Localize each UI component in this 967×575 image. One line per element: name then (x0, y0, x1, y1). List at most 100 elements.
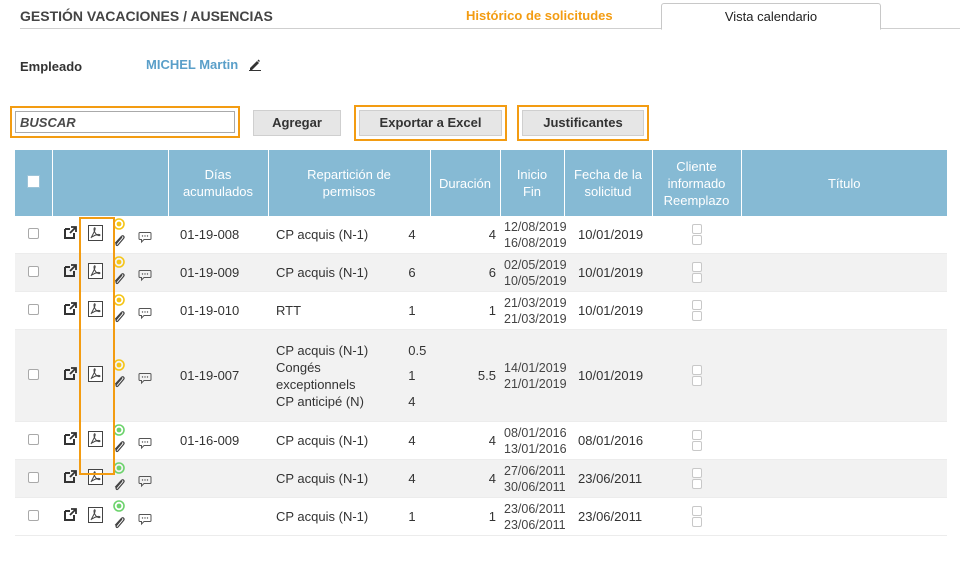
duracion-cell: 6 (430, 253, 500, 292)
export-excel-button[interactable]: Exportar a Excel (359, 110, 502, 136)
search-input[interactable] (15, 111, 235, 133)
add-button[interactable]: Agregar (253, 110, 341, 136)
justificantes-button[interactable]: Justificantes (522, 110, 644, 136)
ref-cell: 01-19-010 (168, 291, 268, 330)
paperclip-icon[interactable] (113, 440, 126, 457)
fecha-cell: 10/01/2019 (564, 253, 652, 292)
paperclip-icon[interactable] (113, 375, 126, 392)
row-checkbox[interactable] (28, 472, 39, 483)
open-external-icon[interactable] (64, 301, 77, 318)
fecha-cell: 08/01/2016 (564, 421, 652, 460)
table-row[interactable]: 01-19-010 RTT 1 1 21/03/2019 21/03/2019 10/01/… (15, 291, 947, 330)
comment-icon[interactable] (138, 437, 152, 453)
duracion-cell: 4 (430, 459, 500, 498)
reemplazo-checkbox[interactable] (691, 273, 702, 283)
pdf-icon[interactable] (88, 262, 103, 282)
cliente-informado-checkbox[interactable] (691, 365, 702, 375)
pdf-icon[interactable] (88, 468, 103, 488)
cliente-informado-checkbox[interactable] (691, 506, 702, 516)
pdf-icon[interactable] (88, 430, 103, 450)
paperclip-icon[interactable] (113, 478, 126, 495)
pdf-icon[interactable] (88, 300, 103, 320)
pencil-icon[interactable] (248, 57, 262, 74)
comment-icon[interactable] (138, 513, 152, 529)
dates-cell: 02/05/2019 10/05/2019 (500, 253, 567, 292)
pdf-icon[interactable] (88, 365, 103, 385)
row-checkbox[interactable] (28, 369, 39, 380)
duracion-cell: 4 (430, 216, 500, 254)
table-row[interactable]: 01-19-009 CP acquis (N-1) 6 6 02/05/2019 10/0… (15, 253, 947, 292)
row-checkbox[interactable] (28, 434, 39, 445)
ref-cell: 01-16-009 (168, 421, 268, 460)
dates-cell: 08/01/2016 13/01/2016 (500, 421, 567, 460)
row-checkbox[interactable] (28, 510, 39, 521)
row-actions-cell (52, 459, 168, 498)
open-external-icon[interactable] (64, 431, 77, 448)
row-select-cell (15, 216, 52, 254)
paperclip-icon[interactable] (113, 310, 126, 327)
comment-icon[interactable] (138, 475, 152, 491)
pdf-icon[interactable] (88, 506, 103, 526)
reemplazo-checkbox[interactable] (691, 376, 702, 386)
row-checkbox[interactable] (28, 266, 39, 277)
reparticion-cell: CP acquis (N-1) 6 (268, 253, 430, 292)
page-title: GESTIÓN VACACIONES / AUSENCIAS (20, 8, 273, 24)
row-checkbox[interactable] (28, 228, 39, 239)
fin-date: 21/01/2019 (504, 376, 567, 391)
open-external-icon[interactable] (64, 225, 77, 242)
reparticion-type: CP anticipé (N) (276, 393, 364, 409)
table-row[interactable]: CP acquis (N-1) 1 1 23/06/2011 23/06/2011 23/… (15, 497, 947, 536)
fecha-cell: 23/06/2011 (564, 497, 652, 536)
cliente-informado-checkbox[interactable] (691, 468, 702, 478)
cliente-informado-checkbox[interactable] (691, 430, 702, 440)
reemplazo-checkbox[interactable] (691, 441, 702, 451)
cliente-cell (652, 459, 741, 498)
fin-date: 21/03/2019 (504, 311, 567, 326)
open-external-icon[interactable] (64, 507, 77, 524)
comment-icon[interactable] (138, 372, 152, 388)
tab-vista-calendario[interactable]: Vista calendario (661, 3, 881, 30)
cliente-informado-checkbox[interactable] (691, 300, 702, 310)
select-all-checkbox[interactable] (26, 174, 40, 188)
titulo-cell (741, 291, 947, 330)
reparticion-type: CP acquis (N-1) (276, 227, 369, 242)
reemplazo-checkbox[interactable] (691, 235, 702, 245)
open-external-icon[interactable] (64, 263, 77, 280)
cliente-cell (652, 216, 741, 254)
comment-icon[interactable] (138, 307, 152, 323)
employee-name-link[interactable]: MICHEL Martin (146, 57, 262, 74)
select-all-header (15, 150, 52, 216)
employee-name[interactable]: MICHEL Martin (146, 57, 238, 72)
reparticion-type: CP acquis (N-1) (276, 433, 369, 448)
reemplazo-checkbox[interactable] (691, 479, 702, 489)
paperclip-icon[interactable] (113, 272, 126, 289)
open-external-icon[interactable] (64, 469, 77, 486)
fecha-header-l2: solicitud (584, 184, 632, 199)
row-checkbox[interactable] (28, 304, 39, 315)
reemplazo-checkbox[interactable] (691, 311, 702, 321)
pdf-icon[interactable] (88, 224, 103, 244)
paperclip-icon[interactable] (113, 234, 126, 251)
table-row[interactable]: 01-19-007 CP acquis (N-1) 0.5 Congés except… (15, 329, 947, 422)
titulo-cell (741, 421, 947, 460)
table-row[interactable]: CP acquis (N-1) 4 4 27/06/2011 30/06/2011 23/… (15, 459, 947, 498)
row-select-cell (15, 459, 52, 498)
comment-icon[interactable] (138, 269, 152, 285)
tab-historico[interactable]: Histórico de solicitudes (466, 8, 613, 23)
table-row[interactable]: 01-19-008 CP acquis (N-1) 4 4 12/08/2019 16/0… (15, 216, 947, 254)
employee-label: Empleado (20, 59, 83, 74)
reparticion-type: CP acquis (N-1) (276, 265, 369, 280)
open-external-icon[interactable] (64, 366, 77, 383)
reparticion-type: RTT (276, 303, 302, 318)
titulo-header-label: Título (827, 175, 861, 191)
cliente-informado-checkbox[interactable] (691, 224, 702, 234)
cliente-informado-checkbox[interactable] (691, 262, 702, 272)
paperclip-icon[interactable] (113, 516, 126, 533)
cliente-header-l3: Reemplazo (663, 192, 730, 208)
cliente-cell (652, 291, 741, 330)
titulo-cell (741, 216, 947, 254)
row-actions-cell (52, 291, 168, 330)
reemplazo-checkbox[interactable] (691, 517, 702, 527)
comment-icon[interactable] (138, 231, 152, 247)
table-row[interactable]: 01-16-009 CP acquis (N-1) 4 4 08/01/2016 13/0… (15, 421, 947, 460)
